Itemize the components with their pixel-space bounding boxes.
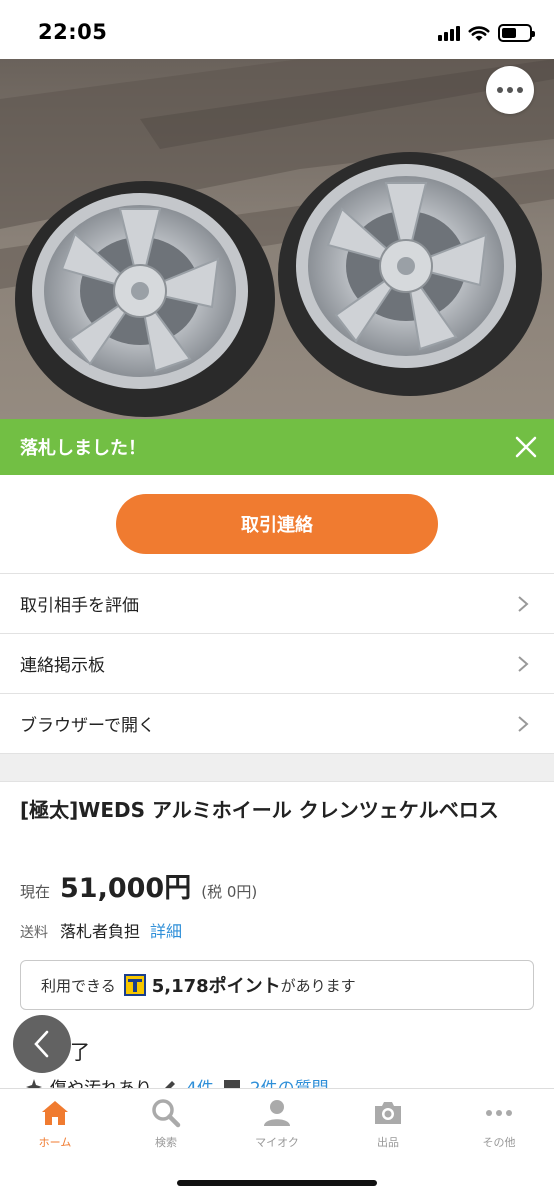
points-box[interactable]: 利用できる 5,178ポイント があります	[20, 960, 534, 1010]
tab-other[interactable]: その他	[444, 1097, 554, 1153]
wheels-image	[0, 59, 554, 419]
tab-label: マイオク	[255, 1136, 299, 1149]
menu-item-rate-partner[interactable]: 取引相手を評価	[0, 574, 554, 634]
tab-label: 出品	[377, 1136, 399, 1149]
tab-label: その他	[482, 1136, 516, 1149]
auction-status: 了	[70, 1040, 90, 1064]
price-value: 51,000円	[60, 873, 192, 904]
won-banner: 落札しました！	[0, 419, 554, 475]
section-divider	[0, 754, 554, 782]
shipping-row: 送料 落札者負担 詳細	[20, 918, 182, 942]
price-label: 現在	[20, 883, 51, 901]
points-value: 5,178ポイント	[151, 976, 281, 997]
price-row: 現在 51,000円 (税 0円)	[20, 866, 257, 905]
home-indicator	[177, 1180, 377, 1186]
contact-button[interactable]: 取引連絡	[116, 494, 438, 554]
question-icon	[223, 1079, 240, 1088]
tpoint-icon	[123, 974, 146, 996]
question-count-link[interactable]: 2件の質問	[250, 1074, 329, 1088]
camera-icon	[375, 1102, 401, 1124]
search-icon	[152, 1099, 181, 1128]
tab-home[interactable]: ホーム	[0, 1097, 110, 1153]
signal-icon	[438, 25, 460, 41]
home-icon	[42, 1101, 68, 1125]
item-status-row: 了 傷や汚れあり 4件 2件の質問	[0, 1030, 554, 1088]
chevron-left-icon	[34, 1030, 49, 1058]
points-prefix: 利用できる	[41, 976, 116, 995]
shipping-label: 送料	[20, 925, 48, 941]
menu-item-open-browser[interactable]: ブラウザーで開く	[0, 694, 554, 754]
item-title: [極太]WEDS アルミホイール クレンツェケルベロス	[20, 798, 499, 822]
status-time: 22:05	[38, 20, 108, 44]
watch-count-link[interactable]: 4件	[186, 1074, 214, 1088]
chevron-right-icon	[518, 596, 529, 612]
wifi-icon	[468, 25, 490, 41]
menu-item-message-board[interactable]: 連絡掲示板	[0, 634, 554, 694]
tab-sell[interactable]: 出品	[333, 1097, 443, 1153]
tab-search[interactable]: 検索	[111, 1097, 221, 1153]
chevron-right-icon	[518, 656, 529, 672]
sparkle-icon	[26, 1078, 42, 1088]
more-options-button[interactable]	[486, 66, 534, 114]
shipping-detail-link[interactable]: 詳細	[150, 918, 182, 942]
status-bar: 22:05	[0, 0, 554, 60]
banner-text: 落札しました！	[20, 438, 146, 459]
shipping-value: 落札者負担	[60, 922, 141, 941]
menu-item-label: 取引相手を評価	[20, 596, 139, 616]
close-icon[interactable]	[514, 435, 538, 459]
tab-my-auction[interactable]: マイオク	[222, 1097, 332, 1153]
menu-item-label: ブラウザーで開く	[20, 716, 155, 736]
more-icon	[486, 1110, 512, 1116]
item-tags: 傷や汚れあり 4件 2件の質問	[26, 1074, 329, 1088]
status-icons	[438, 22, 535, 44]
menu-item-label: 連絡掲示板	[20, 656, 105, 676]
back-button[interactable]	[13, 1015, 71, 1073]
chevron-right-icon	[518, 716, 529, 732]
tab-label: ホーム	[38, 1136, 72, 1149]
condition-text: 傷や汚れあり	[50, 1074, 152, 1088]
battery-icon	[498, 24, 535, 42]
pencil-icon	[164, 1080, 175, 1088]
points-suffix: があります	[280, 976, 356, 995]
person-icon	[264, 1100, 290, 1126]
tab-label: 検索	[155, 1136, 177, 1149]
price-tax: (税 0円)	[201, 883, 258, 901]
menu-list: 取引相手を評価 連絡掲示板 ブラウザーで開く	[0, 573, 554, 754]
item-photo[interactable]	[0, 59, 554, 419]
